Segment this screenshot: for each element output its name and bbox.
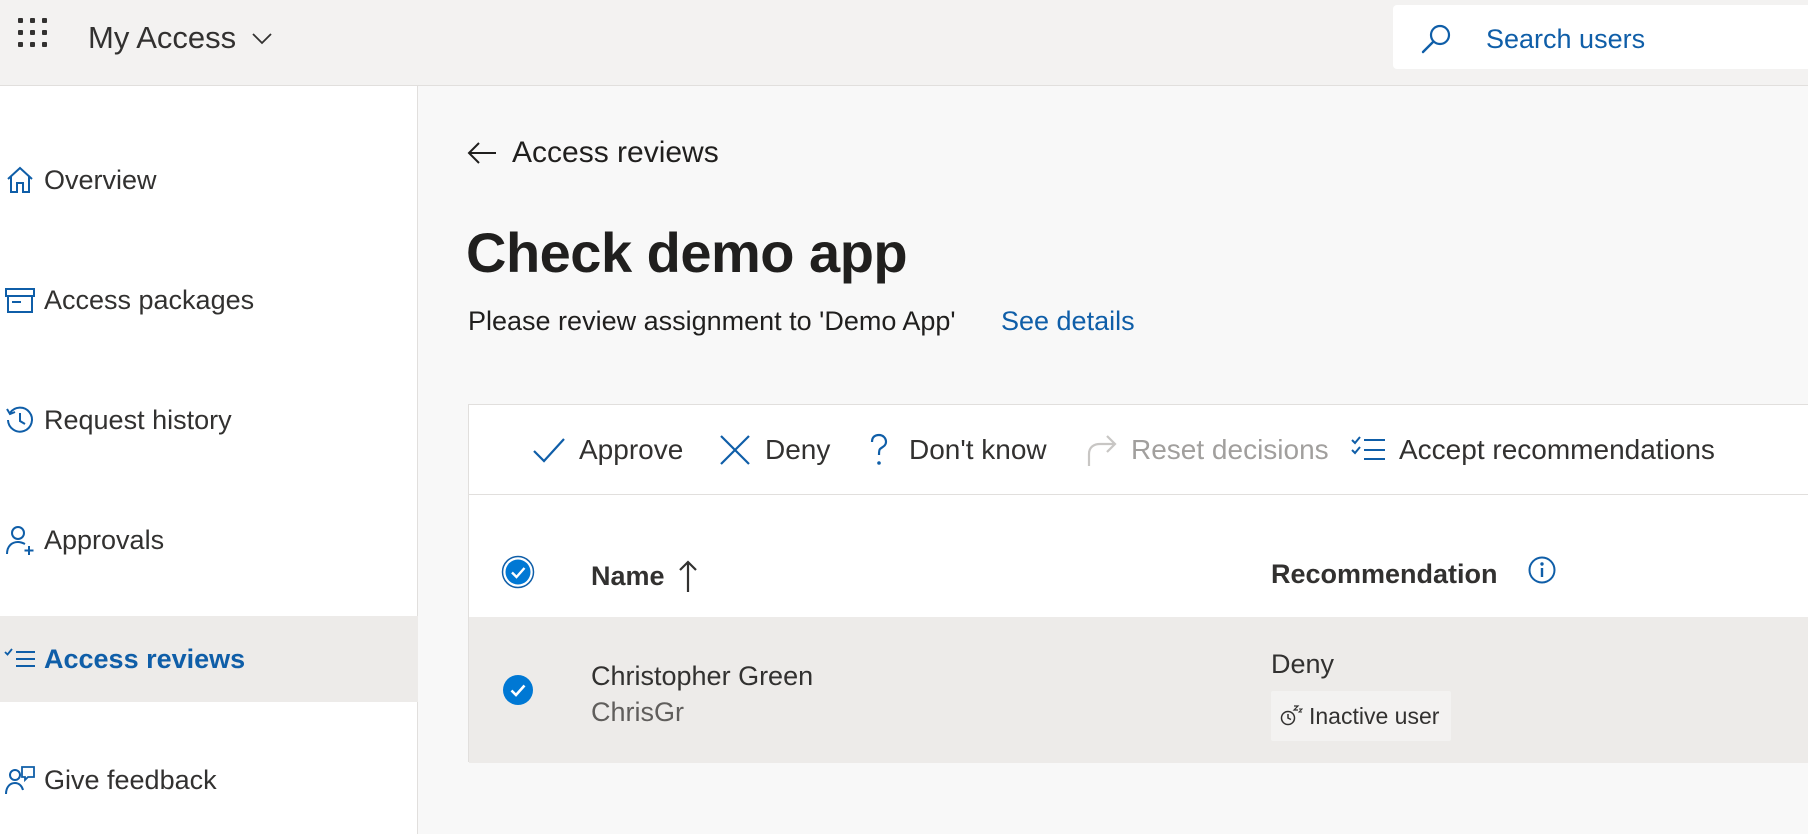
search-box[interactable]: Search users — [1393, 5, 1808, 69]
question-mark-icon — [870, 433, 888, 465]
table-row[interactable]: Christopher Green ChrisGr Deny Inactive … — [469, 617, 1808, 763]
chevron-down-icon — [252, 33, 272, 45]
sleep-clock-icon — [1280, 705, 1303, 726]
sidebar-item-request-history[interactable]: Request history — [0, 377, 418, 463]
review-description: Please review assignment to 'Demo App' — [468, 306, 956, 336]
user-principal-name: ChrisGr — [591, 697, 684, 727]
approve-button[interactable]: Approve — [531, 429, 683, 471]
deny-button[interactable]: Deny — [717, 429, 830, 471]
app-title-menu[interactable]: My Access — [88, 20, 274, 56]
person-add-icon — [6, 526, 34, 555]
review-panel: Approve Deny Don't know Reset decisions … — [468, 404, 1808, 763]
sidebar-item-access-reviews[interactable]: Access reviews — [0, 616, 418, 702]
page-title: Check demo app — [466, 221, 908, 284]
sidebar-item-approvals[interactable]: Approvals — [0, 497, 418, 583]
table-header: Name Recommendation — [469, 495, 1808, 619]
back-link-label: Access reviews — [512, 136, 719, 169]
sidebar-item-access-packages[interactable]: Access packages — [0, 257, 418, 343]
accept-recommendations-button[interactable]: Accept recommendations — [1351, 429, 1715, 471]
checkmark-icon — [533, 438, 565, 463]
feedback-icon — [5, 766, 35, 795]
sidebar-item-overview[interactable]: Overview — [0, 137, 418, 223]
recommendation-value: Deny — [1271, 649, 1335, 679]
home-icon — [7, 166, 33, 193]
name-column-header[interactable]: Name — [591, 559, 699, 593]
history-icon — [6, 406, 33, 433]
dont-know-label: Don't know — [909, 434, 1047, 465]
search-input[interactable]: Search users — [1486, 24, 1645, 55]
name-column-label: Name — [591, 560, 665, 591]
top-bar: My Access Search users — [0, 0, 1808, 86]
package-icon — [5, 288, 35, 313]
inactive-user-badge: Inactive user — [1271, 691, 1452, 741]
row-checkbox[interactable] — [501, 673, 535, 707]
dont-know-button[interactable]: Don't know — [861, 429, 1047, 471]
close-icon — [720, 435, 750, 465]
deny-label: Deny — [765, 434, 831, 465]
accept-recommendations-label: Accept recommendations — [1399, 434, 1715, 465]
sidebar-item-label: Approvals — [44, 524, 165, 555]
sidebar-item-label: Request history — [44, 404, 232, 435]
reset-decisions-label: Reset decisions — [1131, 434, 1329, 465]
command-bar: Approve Deny Don't know Reset decisions … — [469, 405, 1808, 495]
sidebar-item-give-feedback[interactable]: Give feedback — [0, 737, 418, 823]
search-icon — [1421, 24, 1451, 54]
sidebar-item-label: Give feedback — [44, 764, 217, 795]
user-display-name: Christopher Green — [591, 661, 814, 691]
checklist-icon — [1351, 436, 1385, 460]
back-link[interactable]: Access reviews — [466, 136, 719, 170]
sidebar-item-label: Access reviews — [44, 643, 246, 674]
info-icon[interactable] — [1527, 555, 1557, 585]
reset-decisions-button[interactable]: Reset decisions — [1083, 429, 1329, 471]
approve-label: Approve — [579, 434, 684, 465]
app-title: My Access — [88, 20, 237, 55]
inactive-user-label: Inactive user — [1309, 702, 1440, 729]
sidebar-item-label: Overview — [44, 164, 157, 195]
sidebar-item-label: Access packages — [44, 284, 255, 315]
see-details-link[interactable]: See details — [1001, 306, 1135, 337]
app-launcher-icon[interactable] — [18, 18, 52, 52]
sidebar: Overview Access packages Request history… — [0, 86, 418, 834]
sort-ascending-icon — [678, 560, 697, 592]
recommendation-column-header[interactable]: Recommendation — [1271, 559, 1498, 590]
redo-icon — [1087, 435, 1117, 466]
arrow-left-icon — [467, 142, 496, 164]
checklist-icon — [4, 648, 35, 667]
select-all-checkbox[interactable] — [501, 555, 535, 589]
